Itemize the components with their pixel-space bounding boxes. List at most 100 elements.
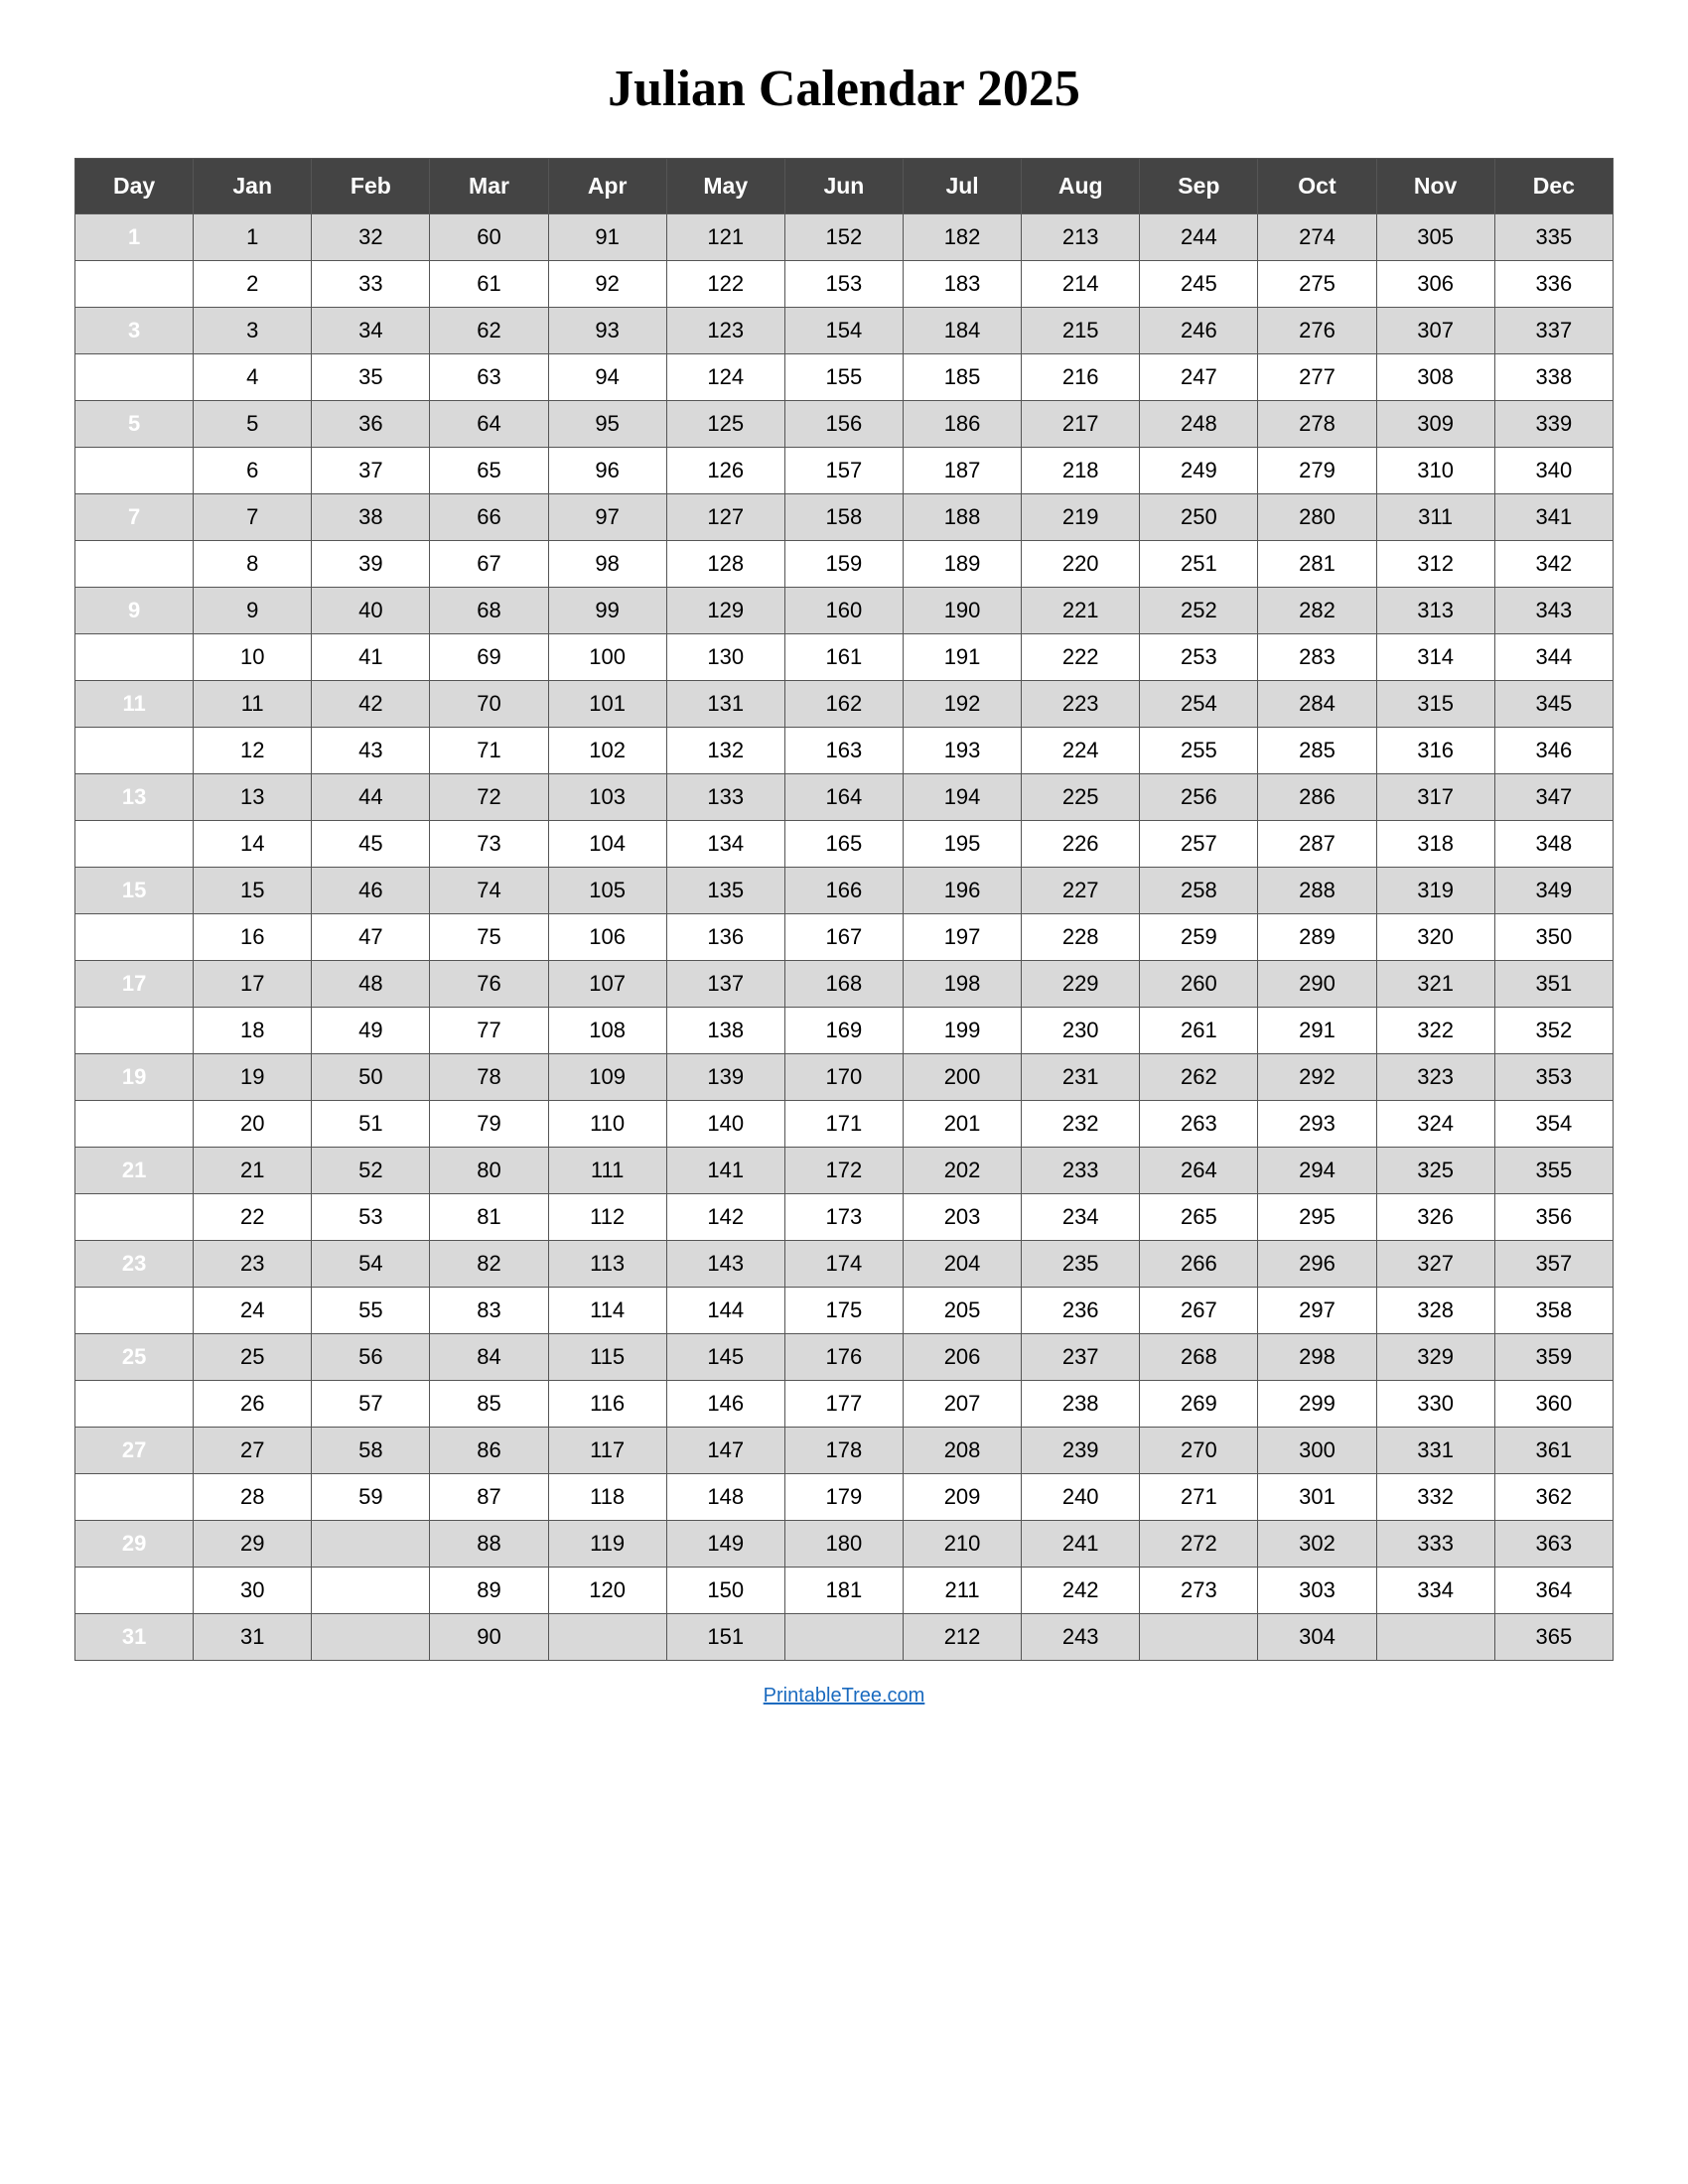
julian-day-cell: 296 xyxy=(1258,1241,1376,1288)
julian-day-cell: 248 xyxy=(1140,401,1258,448)
julian-day-cell: 329 xyxy=(1376,1334,1494,1381)
column-header-mar: Mar xyxy=(430,159,548,214)
julian-day-cell: 233 xyxy=(1022,1148,1140,1194)
julian-day-cell: 195 xyxy=(903,821,1021,868)
julian-day-cell: 204 xyxy=(903,1241,1021,1288)
julian-day-cell: 146 xyxy=(666,1381,784,1428)
julian-day-cell: 286 xyxy=(1258,774,1376,821)
julian-day-cell: 222 xyxy=(1022,634,1140,681)
table-row: 55366495125156186217248278309339 xyxy=(75,401,1614,448)
column-header-feb: Feb xyxy=(312,159,430,214)
julian-day-cell: 32 xyxy=(312,214,430,261)
julian-day-cell: 257 xyxy=(1140,821,1258,868)
day-cell: 18 xyxy=(75,1008,194,1054)
julian-day-cell: 252 xyxy=(1140,588,1258,634)
julian-day-cell: 268 xyxy=(1140,1334,1258,1381)
julian-day-cell: 188 xyxy=(903,494,1021,541)
table-row: 12124371102132163193224255285316346 xyxy=(75,728,1614,774)
julian-day-cell: 246 xyxy=(1140,308,1258,354)
julian-day-cell: 232 xyxy=(1022,1101,1140,1148)
julian-day-cell: 169 xyxy=(784,1008,903,1054)
julian-day-cell: 35 xyxy=(312,354,430,401)
julian-day-cell: 165 xyxy=(784,821,903,868)
table-row: 66376596126157187218249279310340 xyxy=(75,448,1614,494)
julian-day-cell: 364 xyxy=(1494,1568,1613,1614)
julian-day-cell: 110 xyxy=(548,1101,666,1148)
julian-day-cell: 88 xyxy=(430,1521,548,1568)
julian-day-cell: 51 xyxy=(312,1101,430,1148)
julian-day-cell: 99 xyxy=(548,588,666,634)
julian-day-cell: 265 xyxy=(1140,1194,1258,1241)
day-cell: 26 xyxy=(75,1381,194,1428)
julian-day-cell xyxy=(1376,1614,1494,1661)
julian-day-cell: 167 xyxy=(784,914,903,961)
julian-day-cell: 253 xyxy=(1140,634,1258,681)
julian-day-cell: 65 xyxy=(430,448,548,494)
julian-day-cell: 66 xyxy=(430,494,548,541)
table-row: 303089120150181211242273303334364 xyxy=(75,1568,1614,1614)
julian-day-cell: 143 xyxy=(666,1241,784,1288)
julian-day-cell: 60 xyxy=(430,214,548,261)
day-cell: 24 xyxy=(75,1288,194,1334)
julian-day-cell: 351 xyxy=(1494,961,1613,1008)
julian-day-cell: 125 xyxy=(666,401,784,448)
julian-day-cell: 47 xyxy=(312,914,430,961)
julian-day-cell: 196 xyxy=(903,868,1021,914)
julian-day-cell: 325 xyxy=(1376,1148,1494,1194)
julian-day-cell: 112 xyxy=(548,1194,666,1241)
julian-day-cell: 254 xyxy=(1140,681,1258,728)
day-cell: 23 xyxy=(75,1241,194,1288)
julian-day-cell: 140 xyxy=(666,1101,784,1148)
julian-day-cell: 174 xyxy=(784,1241,903,1288)
julian-day-cell: 19 xyxy=(194,1054,312,1101)
julian-day-cell: 98 xyxy=(548,541,666,588)
column-header-sep: Sep xyxy=(1140,159,1258,214)
julian-day-cell: 78 xyxy=(430,1054,548,1101)
julian-day-cell: 93 xyxy=(548,308,666,354)
julian-day-cell: 214 xyxy=(1022,261,1140,308)
julian-day-cell: 332 xyxy=(1376,1474,1494,1521)
julian-day-cell: 285 xyxy=(1258,728,1376,774)
day-cell: 19 xyxy=(75,1054,194,1101)
table-row: 313190151212243304365 xyxy=(75,1614,1614,1661)
julian-day-cell: 283 xyxy=(1258,634,1376,681)
julian-day-cell: 303 xyxy=(1258,1568,1376,1614)
julian-day-cell: 45 xyxy=(312,821,430,868)
julian-day-cell: 237 xyxy=(1022,1334,1140,1381)
julian-day-cell xyxy=(784,1614,903,1661)
julian-day-cell: 172 xyxy=(784,1148,903,1194)
julian-day-cell: 50 xyxy=(312,1054,430,1101)
julian-day-cell: 129 xyxy=(666,588,784,634)
julian-day-cell: 17 xyxy=(194,961,312,1008)
julian-day-cell: 126 xyxy=(666,448,784,494)
julian-day-cell: 121 xyxy=(666,214,784,261)
julian-day-cell: 91 xyxy=(548,214,666,261)
julian-day-cell: 144 xyxy=(666,1288,784,1334)
julian-day-cell: 228 xyxy=(1022,914,1140,961)
julian-day-cell: 77 xyxy=(430,1008,548,1054)
julian-day-cell: 130 xyxy=(666,634,784,681)
julian-day-cell: 85 xyxy=(430,1381,548,1428)
julian-day-cell: 68 xyxy=(430,588,548,634)
table-row: 88396798128159189220251281312342 xyxy=(75,541,1614,588)
julian-day-cell: 25 xyxy=(194,1334,312,1381)
table-row: 292988119149180210241272302333363 xyxy=(75,1521,1614,1568)
julian-day-cell: 349 xyxy=(1494,868,1613,914)
julian-day-cell: 358 xyxy=(1494,1288,1613,1334)
julian-day-cell: 223 xyxy=(1022,681,1140,728)
julian-day-cell: 197 xyxy=(903,914,1021,961)
julian-day-cell: 139 xyxy=(666,1054,784,1101)
footer-link[interactable]: PrintableTree.com xyxy=(764,1685,925,1707)
julian-day-cell: 69 xyxy=(430,634,548,681)
julian-day-cell: 224 xyxy=(1022,728,1140,774)
julian-day-cell: 340 xyxy=(1494,448,1613,494)
julian-day-cell: 290 xyxy=(1258,961,1376,1008)
julian-day-cell: 339 xyxy=(1494,401,1613,448)
julian-day-cell: 173 xyxy=(784,1194,903,1241)
julian-day-cell: 211 xyxy=(903,1568,1021,1614)
julian-day-cell: 282 xyxy=(1258,588,1376,634)
julian-day-cell: 36 xyxy=(312,401,430,448)
julian-day-cell: 152 xyxy=(784,214,903,261)
julian-day-cell: 226 xyxy=(1022,821,1140,868)
julian-day-cell: 108 xyxy=(548,1008,666,1054)
